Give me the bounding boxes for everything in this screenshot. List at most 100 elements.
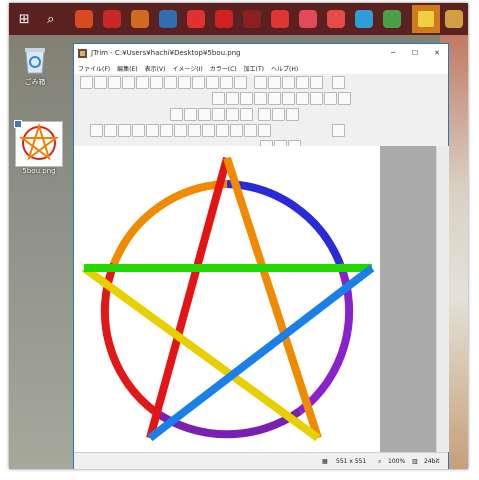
file-label: 5bou.png (22, 167, 56, 175)
blue-dot-icon[interactable] (240, 91, 253, 105)
taskbar-app-icon[interactable] (445, 10, 463, 28)
rgb-icon[interactable] (230, 123, 243, 137)
window-title: JTrim - C:¥Users¥hachi¥Desktop¥5bou.png (91, 49, 241, 57)
copy-icon[interactable] (164, 75, 177, 89)
windows-icon: ⊞ (18, 11, 30, 27)
canvas-area[interactable] (74, 146, 436, 452)
undo-icon[interactable] (220, 75, 233, 89)
menu-process[interactable]: 加工(T) (244, 64, 264, 73)
taskbar-app-icon[interactable] (103, 10, 121, 28)
palette-icon[interactable] (332, 75, 345, 89)
recycle-bin[interactable]: ごみ箱 (15, 45, 55, 87)
pattern-icon[interactable] (254, 91, 267, 105)
checkbox-icon[interactable] (14, 120, 22, 128)
color-depth-icon: ▥ (412, 458, 418, 465)
eyedropper-icon[interactable] (332, 123, 345, 137)
menu-file[interactable]: ファイル(F) (78, 64, 110, 73)
resize-icon[interactable] (184, 107, 197, 121)
print-icon[interactable] (136, 75, 149, 89)
emboss-icon[interactable] (104, 123, 117, 137)
ring-blue (226, 180, 344, 266)
menu-view[interactable]: 表示(V) (145, 64, 166, 73)
gradient-icon[interactable] (90, 123, 103, 137)
color-depth: 24bit (424, 458, 440, 465)
wave-icon[interactable] (160, 123, 173, 137)
save-icon[interactable] (122, 75, 135, 89)
taskbar-app-icon[interactable] (299, 10, 317, 28)
paste-icon[interactable] (178, 75, 191, 89)
move-icon[interactable] (212, 107, 225, 121)
stripes-icon[interactable] (282, 91, 295, 105)
rotate-left-icon[interactable] (258, 107, 271, 121)
taskbar-app-icon[interactable] (412, 5, 440, 33)
arrows-icon[interactable] (226, 107, 239, 121)
vertical-scrollbar[interactable] (436, 146, 449, 452)
image-icon[interactable] (174, 123, 187, 137)
taskbar-app-icon[interactable] (327, 10, 345, 28)
close-button[interactable]: ✕ (426, 49, 448, 57)
bars-icon[interactable] (244, 123, 257, 137)
folder-icon[interactable] (108, 75, 121, 89)
rotate-icon[interactable] (198, 107, 211, 121)
crop-icon[interactable] (206, 75, 219, 89)
text-icon[interactable] (268, 75, 281, 89)
pentagram-thumbnail-icon (18, 122, 60, 161)
redo-icon[interactable] (234, 75, 247, 89)
file-icon-5bou[interactable]: 5bou.png (13, 120, 65, 175)
fill-icon[interactable] (324, 91, 337, 105)
gray-icon[interactable] (296, 91, 309, 105)
list-icon[interactable] (310, 75, 323, 89)
search-button[interactable]: ⌕ (40, 7, 63, 31)
toolbar-row-4 (74, 122, 448, 138)
jtrim-window: JTrim - C:¥Users¥hachi¥Desktop¥5bou.png … (73, 43, 449, 469)
hue-icon[interactable] (146, 123, 159, 137)
start-button[interactable]: ⊞ (13, 7, 36, 31)
image-size-icon: ▦ (322, 458, 328, 465)
brush-icon[interactable] (118, 123, 131, 137)
menu-help[interactable]: ヘルプ(H) (271, 64, 298, 73)
rotate-free-icon[interactable] (286, 107, 299, 121)
color-wheel-icon[interactable] (202, 123, 215, 137)
toolbar-row-2 (74, 90, 448, 106)
spiral-icon[interactable] (338, 91, 351, 105)
maximize-button[interactable]: ☐ (404, 49, 426, 57)
mosaic-icon[interactable] (216, 123, 229, 137)
taskbar-app-icon[interactable] (215, 10, 233, 28)
taskbar-app-icon[interactable] (383, 10, 401, 28)
pentagram-image (81, 156, 375, 442)
recycle-bin-label: ごみ箱 (24, 78, 46, 86)
menu-edit[interactable]: 編集(E) (117, 64, 137, 73)
fit-icon[interactable] (254, 75, 267, 89)
box-icon[interactable] (240, 107, 253, 121)
drop-icon[interactable] (188, 123, 201, 137)
circle-icon[interactable] (282, 75, 295, 89)
menu-bar: ファイル(F) 編集(E) 表示(V) イメージ(I) カラー(C) 加工(T)… (74, 62, 448, 74)
open-icon[interactable] (80, 75, 93, 89)
taskbar-app-icon[interactable] (159, 10, 177, 28)
taskbar-app-icon[interactable] (131, 10, 149, 28)
flip-icon[interactable] (212, 91, 225, 105)
taskbar-app-icon[interactable] (271, 10, 289, 28)
menu-image[interactable]: イメージ(I) (172, 64, 202, 73)
minimize-button[interactable]: ─ (382, 49, 404, 57)
search-icon: ⌕ (47, 11, 55, 27)
rotate-right-icon[interactable] (272, 107, 285, 121)
clipboard-icon[interactable] (192, 75, 205, 89)
menu-color[interactable]: カラー(C) (210, 64, 237, 73)
zoom-level: 100% (388, 458, 406, 465)
new-icon[interactable] (94, 75, 107, 89)
level-icon[interactable] (310, 91, 323, 105)
trim-icon[interactable] (170, 107, 183, 121)
mirror-icon[interactable] (226, 91, 239, 105)
scan-icon[interactable] (150, 75, 163, 89)
curve-icon[interactable] (132, 123, 145, 137)
taskbar-app-icon[interactable] (75, 10, 93, 28)
taskbar-app-icon[interactable] (187, 10, 205, 28)
grid-icon[interactable] (296, 75, 309, 89)
title-bar: JTrim - C:¥Users¥hachi¥Desktop¥5bou.png … (74, 44, 448, 62)
border-icon[interactable] (258, 123, 271, 137)
dither-icon[interactable] (268, 91, 281, 105)
taskbar-app-icon[interactable] (243, 10, 261, 28)
image-canvas[interactable] (74, 146, 380, 452)
taskbar-app-icon[interactable] (355, 10, 373, 28)
